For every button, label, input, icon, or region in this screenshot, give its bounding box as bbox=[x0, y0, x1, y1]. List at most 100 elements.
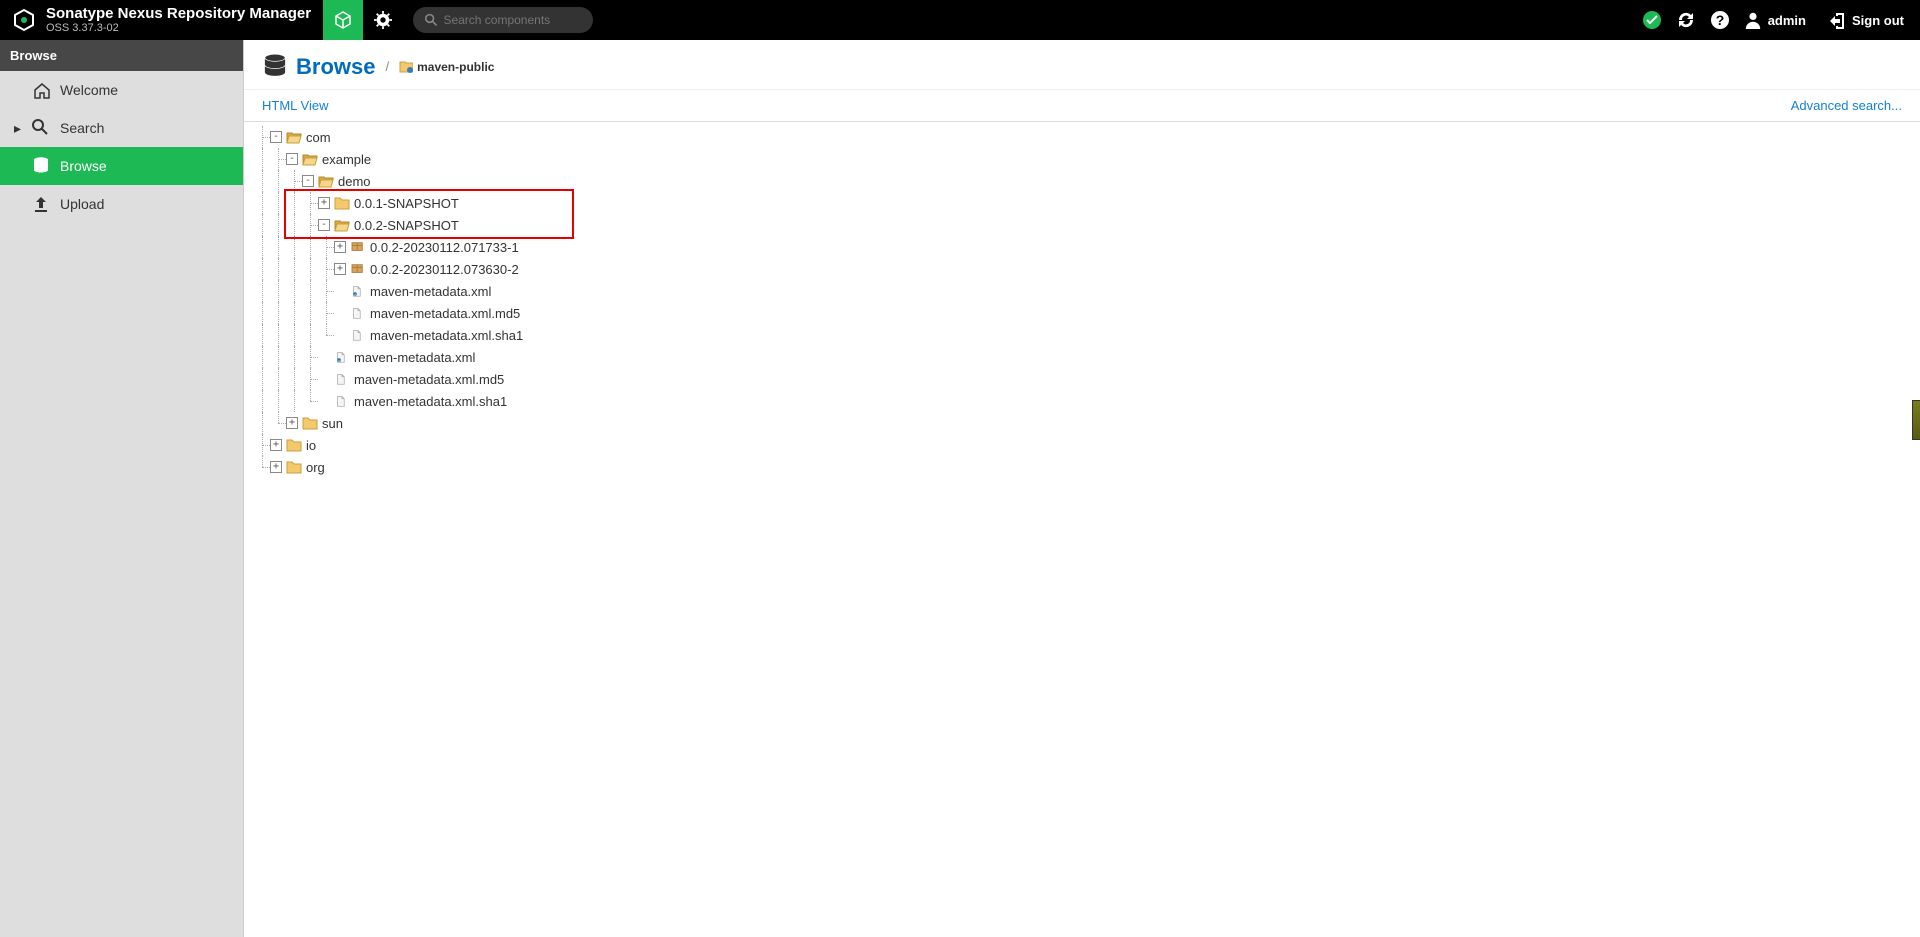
browse-mode-button[interactable] bbox=[323, 0, 363, 40]
file-icon bbox=[334, 393, 350, 409]
tree-row[interactable]: - com bbox=[254, 126, 1910, 148]
nexus-logo-icon bbox=[12, 8, 36, 32]
tree-node-label[interactable]: 0.0.1-SNAPSHOT bbox=[354, 196, 459, 211]
tree-node-label[interactable]: maven-metadata.xml.md5 bbox=[370, 306, 520, 321]
header-search[interactable] bbox=[413, 7, 593, 33]
tree-row[interactable]: maven-metadata.xml.md5 bbox=[254, 368, 1910, 390]
tree-toggle[interactable]: + bbox=[318, 197, 330, 209]
tree-row[interactable]: maven-metadata.xml bbox=[254, 280, 1910, 302]
tree-row[interactable]: + sun bbox=[254, 412, 1910, 434]
file-xml-icon bbox=[334, 349, 350, 365]
product-title: Sonatype Nexus Repository Manager bbox=[46, 6, 311, 23]
tree-row[interactable]: maven-metadata.xml.md5 bbox=[254, 302, 1910, 324]
main-content: Browse / maven-public HTML View Advanced… bbox=[244, 40, 1920, 937]
tree-node-label[interactable]: 0.0.2-20230112.073630-2 bbox=[370, 262, 519, 277]
tree-row[interactable]: maven-metadata.xml.sha1 bbox=[254, 390, 1910, 412]
gear-icon bbox=[374, 11, 392, 29]
database-icon bbox=[32, 157, 50, 175]
logo-block: Sonatype Nexus Repository Manager OSS 3.… bbox=[0, 0, 323, 40]
sidebar-item-search[interactable]: ▸ Search bbox=[0, 109, 243, 147]
tree-row[interactable]: maven-metadata.xml bbox=[254, 346, 1910, 368]
admin-mode-button[interactable] bbox=[363, 0, 403, 40]
folder-open-icon bbox=[334, 217, 350, 233]
tree-container[interactable]: -com-example-demo+0.0.1-SNAPSHOT-0.0.2-S… bbox=[244, 122, 1920, 937]
tree-node-label[interactable]: maven-metadata.xml bbox=[354, 350, 475, 365]
sidebar-item-label: Browse bbox=[60, 158, 107, 174]
sidebar-section-title: Browse bbox=[0, 40, 243, 71]
sidebar-item-welcome[interactable]: Welcome bbox=[0, 71, 243, 109]
help-button[interactable] bbox=[1710, 10, 1730, 30]
tree-node-label[interactable]: 0.0.2-SNAPSHOT bbox=[354, 218, 459, 233]
sidebar-item-upload[interactable]: Upload bbox=[0, 185, 243, 223]
tree-toggle[interactable]: - bbox=[270, 131, 282, 143]
tree-node-label[interactable]: maven-metadata.xml.md5 bbox=[354, 372, 504, 387]
tree-node-label[interactable]: example bbox=[322, 152, 371, 167]
breadcrumb-separator: / bbox=[385, 59, 389, 74]
html-view-link[interactable]: HTML View bbox=[262, 98, 328, 113]
file-icon bbox=[350, 327, 366, 343]
tree-node-label[interactable]: io bbox=[306, 438, 316, 453]
page-header: Browse / maven-public bbox=[244, 40, 1920, 90]
search-input[interactable] bbox=[443, 13, 581, 27]
sidebar-item-label: Welcome bbox=[60, 82, 118, 98]
user-label: admin bbox=[1768, 13, 1806, 28]
product-title-block: Sonatype Nexus Repository Manager OSS 3.… bbox=[46, 6, 311, 35]
database-icon bbox=[262, 52, 288, 81]
header-right: admin Sign out bbox=[1642, 10, 1920, 30]
product-subtitle: OSS 3.37.3-02 bbox=[46, 22, 311, 34]
side-handle[interactable] bbox=[1912, 400, 1920, 440]
tree-node-label[interactable]: maven-metadata.xml bbox=[370, 284, 491, 299]
tree-node-label[interactable]: 0.0.2-20230112.071733-1 bbox=[370, 240, 519, 255]
tree-toggle[interactable]: + bbox=[286, 417, 298, 429]
tree-row[interactable]: + io bbox=[254, 434, 1910, 456]
tree-row[interactable]: - 0.0.2-SNAPSHOT bbox=[254, 214, 1910, 236]
search-icon bbox=[425, 13, 437, 27]
status-ok-icon[interactable] bbox=[1642, 10, 1662, 30]
file-xml-icon bbox=[350, 283, 366, 299]
folder-closed-icon bbox=[286, 459, 302, 475]
tree-node-label[interactable]: maven-metadata.xml.sha1 bbox=[354, 394, 507, 409]
home-icon bbox=[32, 81, 50, 99]
refresh-button[interactable] bbox=[1676, 10, 1696, 30]
tree-toggle[interactable]: + bbox=[270, 439, 282, 451]
tree-row[interactable]: +0.0.2-20230112.071733-1 bbox=[254, 236, 1910, 258]
top-header: Sonatype Nexus Repository Manager OSS 3.… bbox=[0, 0, 1920, 40]
folder-open-icon bbox=[286, 129, 302, 145]
pkg-icon bbox=[350, 239, 366, 255]
tree-node-label[interactable]: org bbox=[306, 460, 325, 475]
advanced-search-link[interactable]: Advanced search... bbox=[1791, 98, 1902, 113]
tree-toggle[interactable]: + bbox=[270, 461, 282, 473]
sidebar-item-label: Upload bbox=[60, 196, 104, 212]
sidebar-item-browse[interactable]: Browse bbox=[0, 147, 243, 185]
folder-open-icon bbox=[318, 173, 334, 189]
tree-node-label[interactable]: com bbox=[306, 130, 331, 145]
tree-row[interactable]: maven-metadata.xml.sha1 bbox=[254, 324, 1910, 346]
signout-button[interactable]: Sign out bbox=[1828, 11, 1904, 29]
tree-row[interactable]: - example bbox=[254, 148, 1910, 170]
tree-row[interactable]: +0.0.1-SNAPSHOT bbox=[254, 192, 1910, 214]
tree-node-label[interactable]: maven-metadata.xml.sha1 bbox=[370, 328, 523, 343]
subheader: HTML View Advanced search... bbox=[244, 90, 1920, 122]
folder-open-icon bbox=[302, 151, 318, 167]
file-icon bbox=[350, 305, 366, 321]
tree-node-label[interactable]: sun bbox=[322, 416, 343, 431]
caret-icon: ▸ bbox=[14, 120, 22, 137]
folder-closed-icon bbox=[286, 437, 302, 453]
signout-label: Sign out bbox=[1852, 13, 1904, 28]
tree-row[interactable]: +0.0.2-20230112.073630-2 bbox=[254, 258, 1910, 280]
tree-toggle[interactable]: - bbox=[286, 153, 298, 165]
tree-row[interactable]: - demo bbox=[254, 170, 1910, 192]
folder-closed-icon bbox=[334, 195, 350, 211]
tree-toggle[interactable]: + bbox=[334, 263, 346, 275]
page-title: Browse bbox=[296, 54, 375, 80]
tree-toggle[interactable]: + bbox=[334, 241, 346, 253]
tree-toggle[interactable]: - bbox=[302, 175, 314, 187]
breadcrumb-repo[interactable]: maven-public bbox=[399, 60, 494, 74]
sidebar-item-label: Search bbox=[60, 120, 104, 136]
user-icon bbox=[1744, 11, 1762, 29]
cube-icon bbox=[334, 11, 352, 29]
tree-node-label[interactable]: demo bbox=[338, 174, 371, 189]
tree-toggle[interactable]: - bbox=[318, 219, 330, 231]
tree-row[interactable]: + org bbox=[254, 456, 1910, 478]
user-menu[interactable]: admin bbox=[1744, 11, 1806, 29]
